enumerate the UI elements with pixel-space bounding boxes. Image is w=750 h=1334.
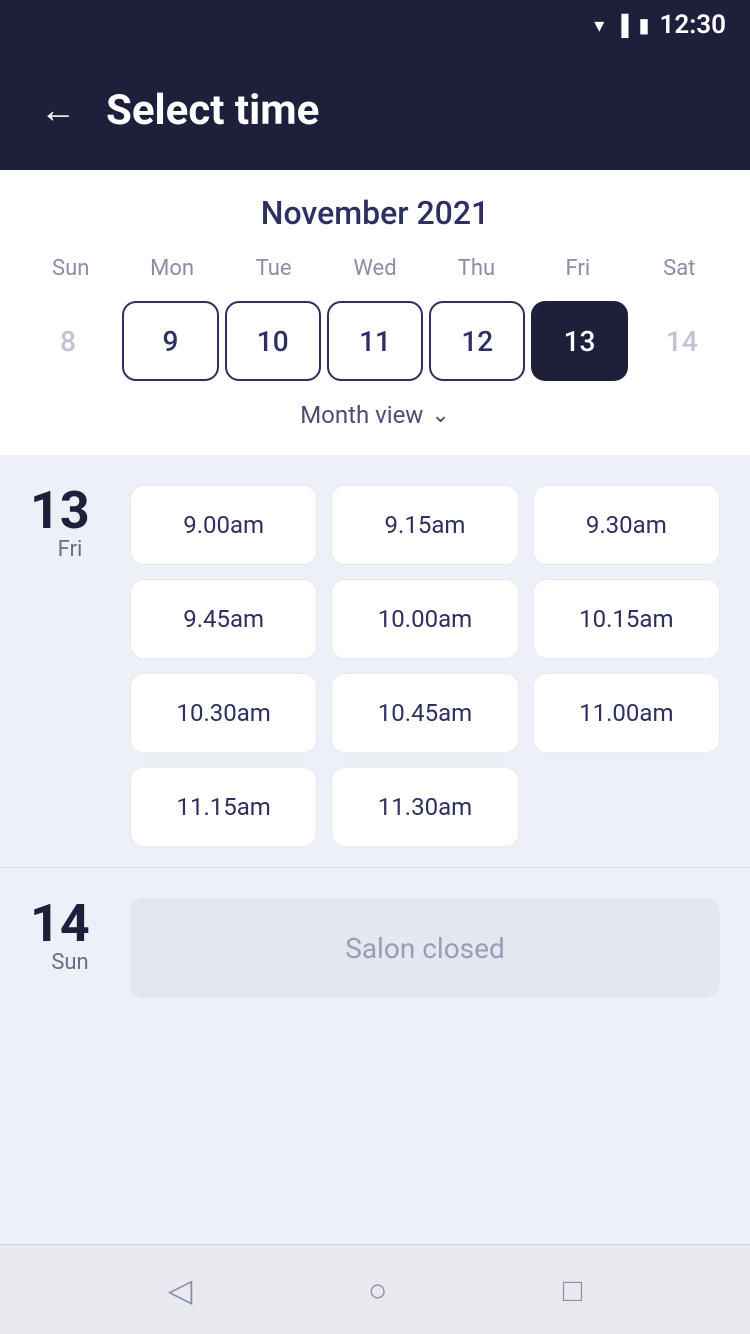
status-time: 12:30 [660, 10, 727, 40]
day-section-14: 14 Sun Salon closed [0, 868, 750, 1018]
day-header-tue: Tue [223, 250, 324, 287]
date-cell-11[interactable]: 11 [327, 301, 423, 381]
day-header-mon: Mon [121, 250, 222, 287]
date-cell-9[interactable]: 9 [122, 301, 218, 381]
salon-closed-wrapper: Salon closed [130, 898, 720, 998]
day-header-wed: Wed [324, 250, 425, 287]
time-slot-1030am[interactable]: 10.30am [130, 673, 317, 753]
day-headers: Sun Mon Tue Wed Thu Fri Sat [20, 250, 730, 287]
time-slot-930am[interactable]: 9.30am [533, 485, 720, 565]
day-header-fri: Fri [527, 250, 628, 287]
calendar-section: November 2021 Sun Mon Tue Wed Thu Fri Sa… [0, 170, 750, 455]
time-slot-900am[interactable]: 9.00am [130, 485, 317, 565]
battery-icon: ▮ [638, 13, 649, 37]
day-number-13: 13 [30, 485, 110, 537]
month-view-toggle[interactable]: Month view ⌄ [20, 391, 730, 445]
nav-back-icon[interactable]: ◁ [168, 1271, 193, 1309]
slots-grid-13: 9.00am 9.15am 9.30am 9.45am 10.00am 10.1… [130, 485, 720, 847]
day-label-13: 13 Fri [30, 485, 110, 562]
signal-icon: ▐ [614, 13, 628, 38]
salon-closed-label: Salon closed [130, 898, 720, 998]
time-slot-1130am[interactable]: 11.30am [331, 767, 518, 847]
date-cell-13[interactable]: 13 [531, 301, 627, 381]
date-cell-10[interactable]: 10 [225, 301, 321, 381]
date-row: 8 9 10 11 12 13 14 [20, 297, 730, 391]
time-slot-1100am[interactable]: 11.00am [533, 673, 720, 753]
chevron-down-icon: ⌄ [431, 403, 449, 428]
day-section-13: 13 Fri 9.00am 9.15am 9.30am 9.45am 10.00… [0, 455, 750, 868]
status-bar: ▾ ▐ ▮ 12:30 [0, 0, 750, 50]
month-year-label: November 2021 [20, 194, 730, 232]
day-header-sat: Sat [629, 250, 730, 287]
bottom-nav: ◁ ○ □ [0, 1244, 750, 1334]
nav-recent-icon[interactable]: □ [563, 1271, 582, 1309]
day-row-13: 13 Fri 9.00am 9.15am 9.30am 9.45am 10.00… [30, 485, 720, 847]
time-slot-1015am[interactable]: 10.15am [533, 579, 720, 659]
date-cell-14[interactable]: 14 [634, 301, 730, 381]
time-section: 13 Fri 9.00am 9.15am 9.30am 9.45am 10.00… [0, 455, 750, 1244]
page-title: Select time [106, 86, 319, 135]
back-button[interactable]: ← [40, 92, 76, 128]
time-slot-1115am[interactable]: 11.15am [130, 767, 317, 847]
day-label-14: 14 Sun [30, 898, 110, 975]
date-cell-12[interactable]: 12 [429, 301, 525, 381]
status-icons: ▾ ▐ ▮ 12:30 [594, 10, 726, 40]
time-slot-1000am[interactable]: 10.00am [331, 579, 518, 659]
time-slot-945am[interactable]: 9.45am [130, 579, 317, 659]
time-slot-915am[interactable]: 9.15am [331, 485, 518, 565]
day-header-sun: Sun [20, 250, 121, 287]
day-header-thu: Thu [426, 250, 527, 287]
wifi-icon: ▾ [594, 13, 604, 37]
month-view-label: Month view [300, 401, 423, 429]
day-number-14: 14 [30, 898, 110, 950]
date-cell-8[interactable]: 8 [20, 301, 116, 381]
header: ← Select time [0, 50, 750, 170]
time-slot-1045am[interactable]: 10.45am [331, 673, 518, 753]
day-row-14: 14 Sun Salon closed [30, 898, 720, 998]
nav-home-icon[interactable]: ○ [368, 1271, 387, 1309]
